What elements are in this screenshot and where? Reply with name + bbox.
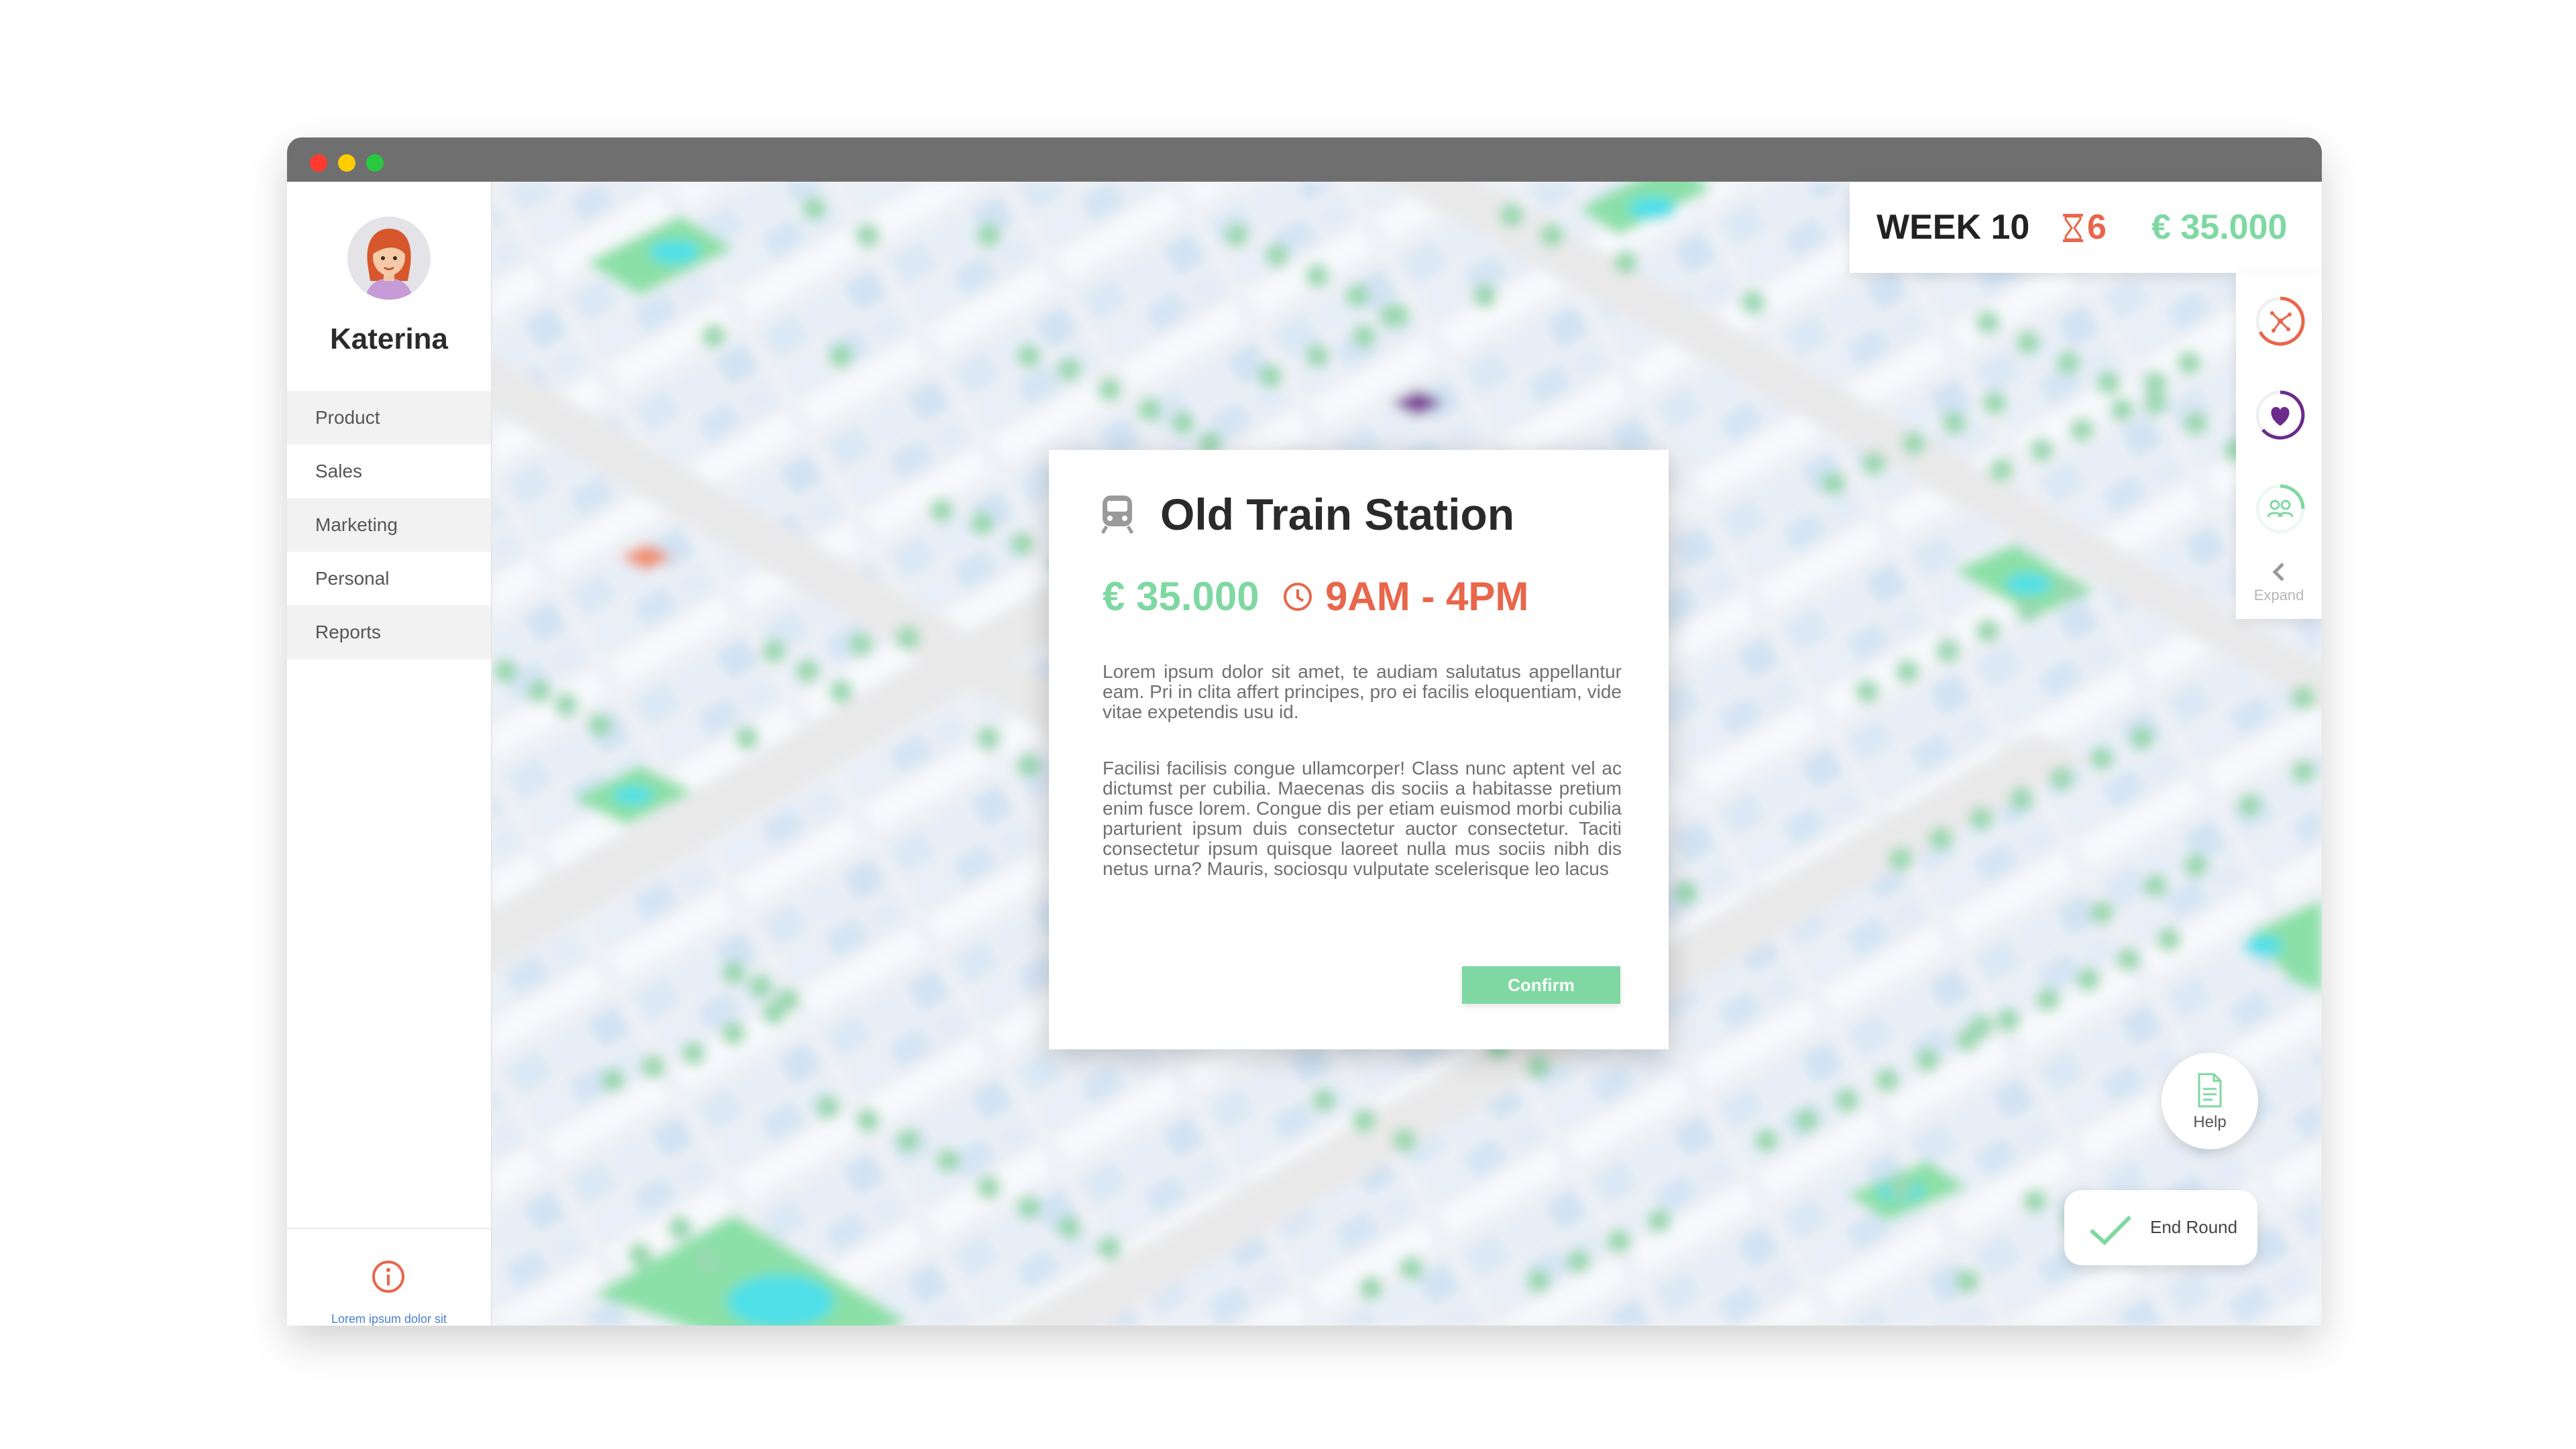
train-icon <box>1101 496 1134 534</box>
sidebar-item-label: Marketing <box>315 514 398 535</box>
minimize-window-button[interactable] <box>338 154 355 172</box>
sidebar: Katerina Product Sales Marketing Persona… <box>287 182 492 1326</box>
sidebar-item-personal[interactable]: Personal <box>287 552 491 605</box>
checkmark-icon <box>2089 1215 2132 1245</box>
week-counter: WEEK 10 <box>1877 208 2030 247</box>
status-hud: WEEK 10 6 € 35.000 <box>1850 182 2322 273</box>
help-label: Help <box>2193 1113 2227 1131</box>
sidebar-item-label: Sales <box>315 461 363 481</box>
dialog-title: Old Train Station <box>1160 489 1515 539</box>
info-icon[interactable] <box>370 1259 406 1295</box>
sidebar-divider <box>287 1228 491 1229</box>
expand-button[interactable]: Expand <box>2236 587 2322 604</box>
money-balance: € 35.000 <box>2151 208 2288 247</box>
description-paragraph: Facilisi facilisis congue ullamcorper! C… <box>1103 758 1622 879</box>
user-avatar-icon <box>347 217 431 300</box>
heart-icon[interactable] <box>2253 388 2307 442</box>
sidebar-menu: Product Sales Marketing Personal Reports <box>287 391 491 659</box>
stats-panel: Expand <box>2236 273 2322 619</box>
sidebar-item-label: Personal <box>315 568 390 589</box>
opening-hours: 9AM - 4PM <box>1325 574 1529 619</box>
sidebar-item-label: Reports <box>315 622 382 642</box>
app-window: Katerina Product Sales Marketing Persona… <box>287 137 2322 1326</box>
clock-icon <box>1284 583 1312 611</box>
sidebar-item-label: Product <box>315 407 380 428</box>
sidebar-item-product[interactable]: Product <box>287 391 491 445</box>
turns-remaining: 6 <box>2087 208 2107 247</box>
people-icon[interactable] <box>2253 482 2307 536</box>
maximize-window-button[interactable] <box>366 154 384 172</box>
sidebar-item-reports[interactable]: Reports <box>287 605 491 659</box>
end-round-label: End Round <box>2150 1217 2238 1237</box>
location-price: € 35.000 <box>1103 574 1259 619</box>
location-dialog: Old Train Station € 35.000 9AM - 4PM Lor… <box>1049 450 1669 1049</box>
network-icon[interactable] <box>2253 294 2307 348</box>
sidebar-item-marketing[interactable]: Marketing <box>287 498 491 552</box>
description-paragraph: Lorem ipsum dolor sit amet, te audiam sa… <box>1103 661 1622 722</box>
hourglass-icon <box>2063 214 2083 242</box>
chevron-left-icon[interactable] <box>2267 560 2291 584</box>
info-text: Lorem ipsum dolor sit amet, consectetur … <box>331 1312 447 1326</box>
help-button[interactable]: Help <box>2162 1053 2258 1149</box>
end-round-button[interactable]: End Round <box>2064 1190 2257 1265</box>
sidebar-item-sales[interactable]: Sales <box>287 445 491 498</box>
window-titlebar <box>287 137 2322 182</box>
username: Katerina <box>329 323 449 355</box>
confirm-button[interactable]: Confirm <box>1462 966 1620 1004</box>
close-window-button[interactable] <box>310 154 327 172</box>
avatar[interactable] <box>347 217 431 300</box>
document-icon <box>2198 1073 2222 1108</box>
